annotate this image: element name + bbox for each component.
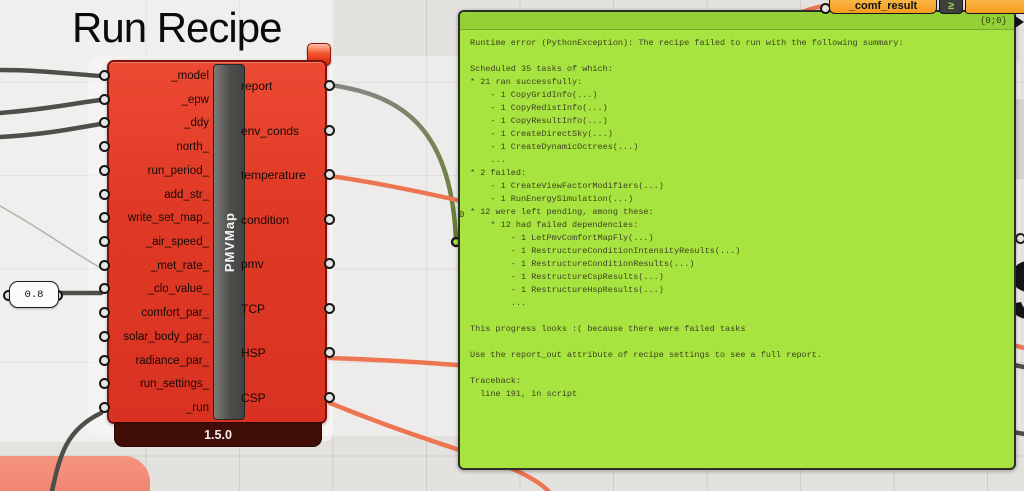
input-label: write_set_map_ — [127, 212, 209, 225]
panel-path-badge: {0;0} — [979, 15, 1007, 26]
input-grip[interactable] — [99, 330, 110, 342]
input-grip[interactable] — [99, 69, 110, 81]
output-label: env_conds — [241, 123, 300, 138]
wire-epw[interactable] — [0, 97, 104, 116]
input-row: comfort_par_ — [99, 301, 213, 325]
input-label: add_str_ — [164, 188, 209, 201]
input-row: _air_speed_ — [99, 230, 213, 254]
error-panel-text: Runtime error (PythonException): The rec… — [470, 38, 904, 399]
output-row: HSP — [241, 331, 335, 376]
input-grip[interactable] — [99, 283, 110, 295]
error-panel[interactable]: {0;0} Runtime error (PythonException): T… — [458, 10, 1016, 470]
input-row: write_set_map_ — [99, 206, 213, 230]
input-label: _air_speed_ — [145, 236, 209, 248]
partial-orange-component[interactable] — [965, 0, 1024, 14]
panel-output-grip[interactable] — [1015, 16, 1024, 28]
grasshopper-canvas[interactable]: Run Recipe S 0.8 — [0, 0, 1024, 491]
input-label: _clo_value_ — [147, 283, 209, 296]
input-label: _run — [185, 402, 209, 415]
input-grip[interactable] — [99, 378, 110, 390]
input-label: _epw — [181, 93, 210, 106]
input-row: add_str_ — [99, 183, 213, 207]
component-version: 1.5.0 — [204, 427, 232, 442]
input-label: _model — [171, 69, 209, 82]
output-row: CSP — [241, 376, 335, 421]
output-label: report — [241, 79, 273, 94]
input-grip[interactable] — [99, 307, 110, 319]
output-row: TCP — [241, 287, 335, 332]
output-label: HSP — [241, 346, 266, 361]
output-grip[interactable] — [324, 302, 335, 314]
input-row: _clo_value_ — [99, 278, 213, 302]
output-label: temperature — [241, 168, 306, 183]
error-panel-header[interactable]: {0;0} — [460, 12, 1014, 30]
input-row: run_settings_ — [99, 373, 213, 397]
input-grip[interactable] — [99, 259, 110, 271]
input-row: _ddy — [99, 111, 213, 135]
input-label: solar_body_par_ — [123, 330, 209, 343]
output-row: temperature — [241, 153, 335, 198]
wire-ddy[interactable] — [0, 121, 104, 140]
input-grip[interactable] — [99, 141, 110, 153]
wire-model[interactable] — [0, 67, 104, 79]
input-label: comfort_par_ — [141, 307, 209, 320]
panel-grip-index: 0 — [459, 210, 465, 220]
input-row: _met_rate_ — [99, 254, 213, 278]
sigma-icon: ≥ — [947, 0, 955, 12]
input-grip[interactable] — [99, 354, 110, 366]
comf-result-param[interactable]: _comf_result — [829, 0, 937, 14]
component-outputs: report env_conds temperature condition p… — [241, 64, 335, 421]
input-label: north_ — [176, 141, 209, 154]
component-inputs: _model _epw _ddy north_ run_period_ add_… — [99, 64, 213, 420]
input-row: north_ — [99, 135, 213, 159]
wire-run[interactable] — [49, 410, 104, 491]
input-grip[interactable] — [99, 117, 110, 129]
wire-met-rate-faint[interactable] — [0, 205, 102, 269]
output-grip[interactable] — [324, 391, 335, 403]
wire-report-to-panel[interactable] — [327, 82, 459, 245]
output-row: env_conds — [241, 109, 335, 154]
input-row: run_period_ — [99, 159, 213, 183]
input-grip[interactable] — [99, 188, 110, 200]
component-body[interactable]: _model _epw _ddy north_ run_period_ add_… — [99, 60, 335, 424]
output-row: report — [241, 64, 335, 109]
number-slider-panel[interactable]: 0.8 — [9, 281, 59, 308]
wire-hsp[interactable] — [327, 355, 473, 369]
output-label: TCP — [241, 301, 265, 316]
input-label: run_period_ — [147, 164, 209, 177]
component-nickname: PMVMap — [221, 211, 237, 273]
input-grip[interactable] — [99, 93, 110, 105]
input-label: _ddy — [184, 117, 209, 130]
output-row: condition — [241, 198, 335, 243]
input-row: radiance_par_ — [99, 349, 213, 373]
input-grip[interactable] — [99, 212, 110, 224]
comf-result-label: _comf_result — [848, 0, 918, 12]
component-icon-box[interactable]: ≥ — [939, 0, 963, 14]
slider-value: 0.8 — [24, 288, 44, 301]
input-label: radiance_par_ — [135, 354, 209, 367]
output-grip[interactable] — [324, 213, 335, 225]
input-grip[interactable] — [99, 164, 110, 176]
output-label: pmv — [241, 257, 264, 272]
output-row: pmv — [241, 242, 335, 287]
input-row: _model — [99, 64, 213, 88]
output-grip[interactable] — [324, 124, 335, 136]
input-row: solar_body_par_ — [99, 325, 213, 349]
input-grip[interactable] — [99, 402, 110, 414]
input-label: _met_rate_ — [150, 259, 209, 272]
pmv-map-component[interactable]: _model _epw _ddy north_ run_period_ add_… — [99, 60, 335, 447]
output-label: condition — [241, 212, 290, 227]
input-label: run_settings_ — [139, 378, 209, 391]
input-grip[interactable] — [99, 236, 110, 247]
input-row: _epw — [99, 88, 213, 112]
right-edge-grip[interactable] — [1015, 233, 1024, 244]
component-version-bar: 1.5.0 — [114, 422, 322, 447]
output-label: CSP — [241, 390, 266, 405]
input-row: _run — [99, 396, 213, 420]
